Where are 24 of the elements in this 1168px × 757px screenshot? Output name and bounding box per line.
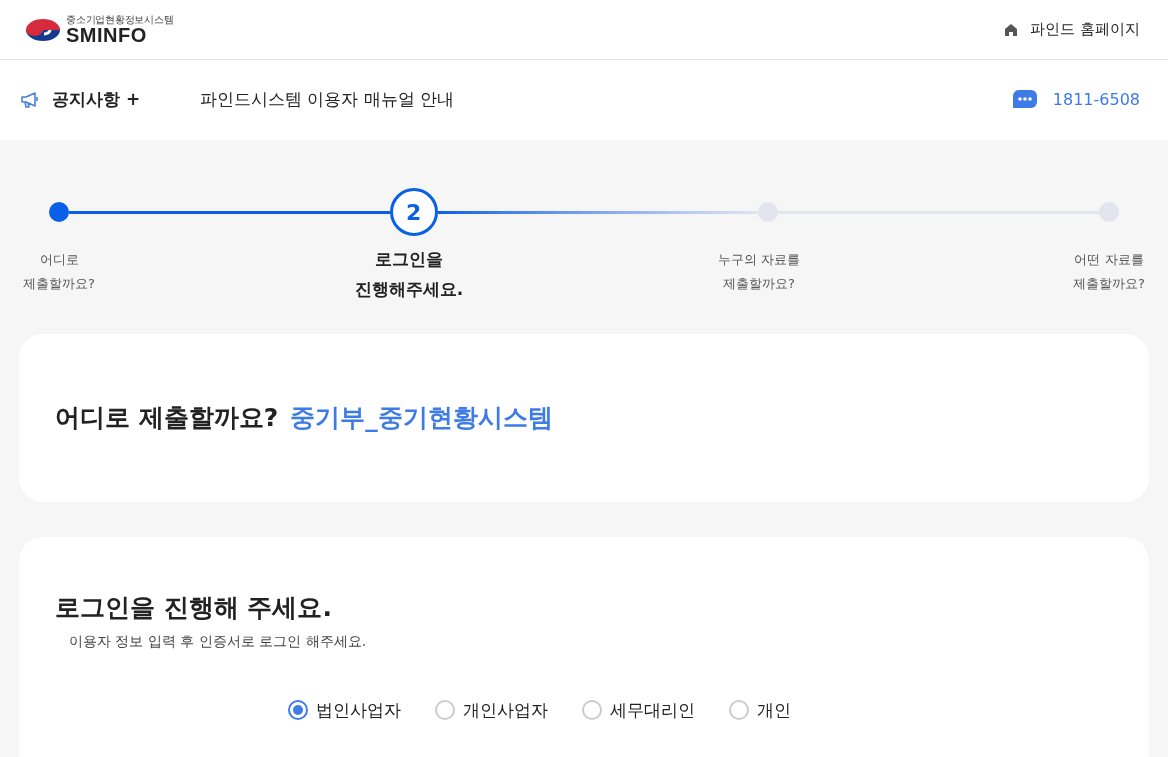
notice-title[interactable]: 파인드시스템 이용자 매뉴얼 안내	[200, 87, 455, 113]
sminfo-logo[interactable]: 중소기업현황정보시스템 SMINFO	[24, 14, 174, 45]
phone-number[interactable]: 1811-6508	[1052, 88, 1140, 112]
step-number: 2	[389, 188, 438, 236]
home-icon	[1004, 22, 1019, 37]
step-label: 로그인을 진행해주세요.	[353, 248, 465, 301]
logo-subtitle: 중소기업현황정보시스템	[66, 14, 174, 25]
destination-answer: 중기부_중기현황시스템	[290, 402, 553, 435]
notice-link[interactable]: 공지사항 +	[52, 87, 200, 113]
step-label: 누구의 자료를 제출할까요?	[716, 251, 802, 293]
megaphone-icon	[20, 91, 40, 109]
chat-icon	[1012, 90, 1037, 110]
user-type-radio[interactable]: 개인사업자	[434, 697, 548, 723]
home-link[interactable]: 파인드 홈페이지	[1004, 18, 1140, 41]
user-type-radio[interactable]: 법인사업자	[287, 697, 401, 723]
logo-name: SMINFO	[66, 24, 147, 45]
login-title: 로그인을 진행해 주세요.	[55, 592, 333, 624]
step-label: 어떤 자료를 제출할까요?	[1072, 251, 1146, 293]
taegeuk-icon	[24, 16, 62, 43]
user-type-radio[interactable]: 세무대리인	[581, 697, 695, 723]
login-subtitle: 이용자 정보 입력 후 인증서로 로그인 해주세요.	[69, 631, 368, 651]
step-label: 어디로 제출할까요?	[22, 251, 96, 293]
destination-question: 어디로 제출할까요?	[55, 402, 279, 435]
user-type-radio[interactable]: 개인	[728, 697, 791, 723]
